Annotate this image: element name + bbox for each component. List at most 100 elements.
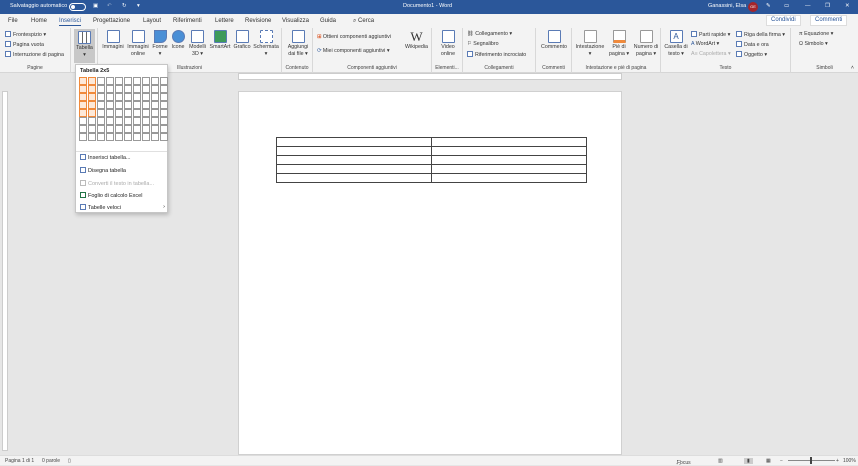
avatar[interactable]: GE xyxy=(748,2,758,12)
wikipedia-button[interactable]: W Wikipedia xyxy=(403,30,430,51)
page-number-button[interactable]: Numero di pagina ▾ xyxy=(632,30,660,57)
table-cell[interactable] xyxy=(276,146,432,156)
document-table[interactable] xyxy=(276,137,587,183)
my-addins-button[interactable]: ⟳ Miei componenti aggiuntivi ▾ xyxy=(317,48,389,54)
grid-cell[interactable] xyxy=(88,93,96,101)
equation-button[interactable]: π Equazione ▾ xyxy=(799,31,833,37)
comments-button[interactable]: Commenti xyxy=(810,15,848,26)
save-icon[interactable]: ▣ xyxy=(93,3,98,9)
grid-cell[interactable] xyxy=(151,77,159,85)
grid-cell[interactable] xyxy=(133,101,141,109)
grid-cell[interactable] xyxy=(124,101,132,109)
grid-cell[interactable] xyxy=(133,109,141,117)
grid-cell[interactable] xyxy=(106,109,114,117)
images-button[interactable]: Immagini xyxy=(101,30,125,51)
grid-cell[interactable] xyxy=(97,93,105,101)
close-icon[interactable]: ✕ xyxy=(845,3,850,9)
grid-cell[interactable] xyxy=(88,101,96,109)
grid-cell[interactable] xyxy=(151,133,159,141)
3d-models-button[interactable]: Modelli 3D ▾ xyxy=(187,30,208,57)
get-addins-button[interactable]: ⊞ Ottieni componenti aggiuntivi xyxy=(317,34,391,40)
grid-cell[interactable] xyxy=(88,125,96,133)
grid-cell[interactable] xyxy=(160,133,168,141)
grid-cell[interactable] xyxy=(115,101,123,109)
tab-file[interactable]: File xyxy=(8,18,18,24)
grid-cell[interactable] xyxy=(151,109,159,117)
table-cell[interactable] xyxy=(431,146,587,156)
print-layout-icon[interactable]: ▮ xyxy=(744,458,753,464)
grid-cell[interactable] xyxy=(160,109,168,117)
shapes-button[interactable]: Forme ▾ xyxy=(151,30,169,57)
grid-cell[interactable] xyxy=(142,109,150,117)
tab-inserisci[interactable]: Inserisci xyxy=(59,18,82,26)
minimize-icon[interactable]: — xyxy=(805,3,811,9)
table-cell[interactable] xyxy=(431,164,587,174)
table-cell[interactable] xyxy=(276,164,432,174)
tab-visualizza[interactable]: Visualizza xyxy=(282,18,309,24)
grid-cell[interactable] xyxy=(115,109,123,117)
table-cell[interactable] xyxy=(431,137,587,147)
zoom-in-icon[interactable]: + xyxy=(836,458,839,464)
ribbon-display-icon[interactable]: ▭ xyxy=(784,3,789,9)
grid-cell[interactable] xyxy=(151,125,159,133)
footer-button[interactable]: Piè di pagina ▾ xyxy=(607,30,631,57)
grid-cell[interactable] xyxy=(88,133,96,141)
icons-button[interactable]: Icone xyxy=(170,30,186,51)
grid-cell[interactable] xyxy=(115,125,123,133)
grid-cell[interactable] xyxy=(115,77,123,85)
grid-cell[interactable] xyxy=(142,77,150,85)
web-layout-icon[interactable]: ▦ xyxy=(766,458,771,464)
grid-cell[interactable] xyxy=(142,101,150,109)
zoom-level[interactable]: 100% xyxy=(843,458,856,464)
grid-cell[interactable] xyxy=(97,109,105,117)
grid-cell[interactable] xyxy=(151,101,159,109)
table-cell[interactable] xyxy=(431,173,587,183)
table-cell[interactable] xyxy=(276,173,432,183)
wordart-button[interactable]: A WordArt ▾ xyxy=(691,41,719,47)
grid-cell[interactable] xyxy=(88,85,96,93)
undo-icon[interactable]: ↶ xyxy=(107,3,112,9)
excel-spreadsheet-item[interactable]: Foglio di calcolo Excel xyxy=(80,192,142,199)
grid-cell[interactable] xyxy=(115,85,123,93)
grid-cell[interactable] xyxy=(79,125,87,133)
collapse-ribbon-icon[interactable]: ˄ xyxy=(851,65,854,71)
grid-cell[interactable] xyxy=(106,85,114,93)
blank-page-button[interactable]: Pagina vuota xyxy=(5,41,44,48)
signature-line-button[interactable]: Riga della firma ▾ xyxy=(736,31,785,38)
object-button[interactable]: Oggetto ▾ xyxy=(736,51,767,58)
share-button[interactable]: Condividi xyxy=(766,15,801,26)
grid-cell[interactable] xyxy=(97,125,105,133)
tab-home[interactable]: Home xyxy=(31,18,47,24)
grid-cell[interactable] xyxy=(142,125,150,133)
grid-cell[interactable] xyxy=(133,93,141,101)
grid-cell[interactable] xyxy=(133,133,141,141)
grid-cell[interactable] xyxy=(97,117,105,125)
grid-cell[interactable] xyxy=(97,85,105,93)
grid-cell[interactable] xyxy=(79,101,87,109)
online-images-button[interactable]: Immagini online xyxy=(126,30,150,57)
grid-cell[interactable] xyxy=(79,117,87,125)
grid-cell[interactable] xyxy=(106,125,114,133)
grid-cell[interactable] xyxy=(79,109,87,117)
tab-layout[interactable]: Layout xyxy=(143,18,161,24)
word-count[interactable]: 0 parole xyxy=(42,458,60,464)
grid-cell[interactable] xyxy=(133,77,141,85)
tab-progettazione[interactable]: Progettazione xyxy=(93,18,130,24)
frontespizio-button[interactable]: Frontespizio ▾ xyxy=(5,31,46,38)
grid-cell[interactable] xyxy=(160,85,168,93)
grid-cell[interactable] xyxy=(124,125,132,133)
table-button[interactable]: Tabella ▾ xyxy=(74,29,95,63)
grid-cell[interactable] xyxy=(160,77,168,85)
grid-cell[interactable] xyxy=(151,117,159,125)
grid-cell[interactable] xyxy=(88,77,96,85)
online-video-button[interactable]: Video online xyxy=(436,30,460,57)
table-cell[interactable] xyxy=(431,155,587,165)
tab-guida[interactable]: Guida xyxy=(320,18,336,24)
grid-cell[interactable] xyxy=(124,109,132,117)
quick-parts-button[interactable]: Parti rapide ▾ xyxy=(691,31,730,38)
date-time-button[interactable]: Data e ora xyxy=(736,41,769,48)
grid-cell[interactable] xyxy=(124,85,132,93)
grid-cell[interactable] xyxy=(97,101,105,109)
zoom-out-icon[interactable]: − xyxy=(780,458,783,464)
new-comment-button[interactable]: Commento xyxy=(539,30,569,51)
